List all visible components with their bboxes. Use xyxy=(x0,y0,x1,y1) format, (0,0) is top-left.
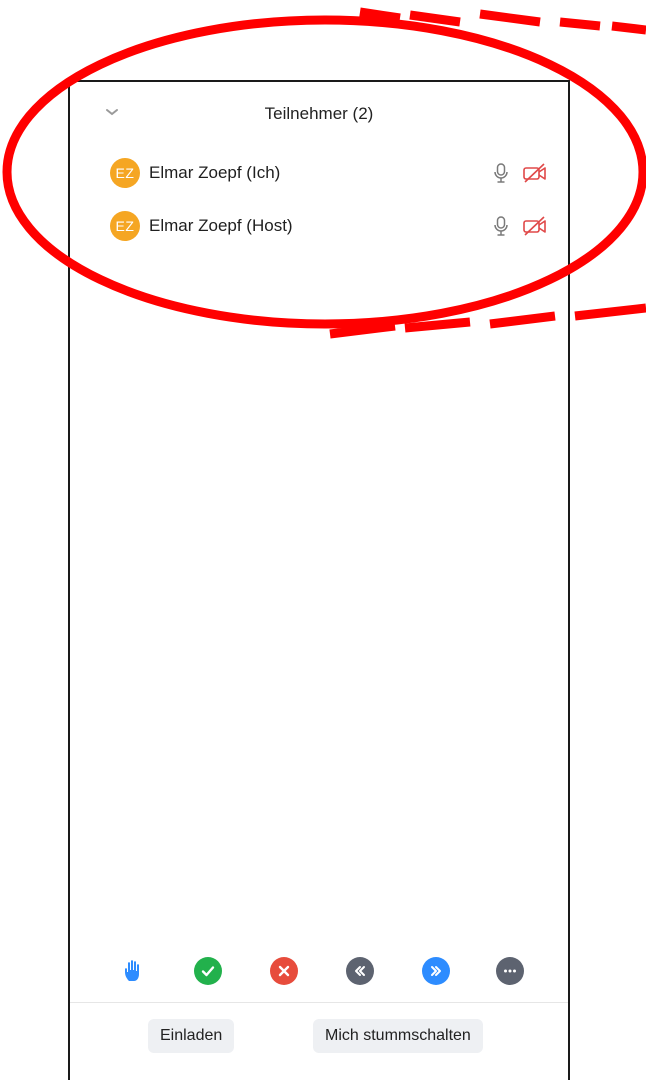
raise-hand-icon[interactable] xyxy=(120,957,148,985)
panel-title: Teilnehmer (2) xyxy=(264,104,374,123)
participant-name: Elmar Zoepf (Ich) xyxy=(149,163,281,182)
go-slower-button[interactable] xyxy=(346,957,374,985)
microphone-icon[interactable] xyxy=(490,162,512,184)
participant-name: Elmar Zoepf (Host) xyxy=(149,216,293,235)
cross-icon xyxy=(278,965,290,977)
feedback-toolbar xyxy=(70,957,568,993)
video-off-icon[interactable] xyxy=(522,162,548,184)
participants-panel: Teilnehmer (2) EZ Elmar Zoepf (Ich) EZ E… xyxy=(68,80,570,1080)
go-slower-icon xyxy=(355,966,365,976)
go-faster-button[interactable] xyxy=(422,957,450,985)
more-button[interactable] xyxy=(496,957,524,985)
no-button[interactable] xyxy=(270,957,298,985)
more-icon xyxy=(504,969,516,973)
participant-row[interactable]: EZ Elmar Zoepf (Ich) xyxy=(110,153,554,193)
footer-divider xyxy=(70,1002,568,1003)
avatar: EZ xyxy=(110,211,140,241)
go-faster-icon xyxy=(431,966,441,976)
checkmark-icon xyxy=(201,966,215,977)
invite-button[interactable]: Einladen xyxy=(148,1019,235,1053)
participant-row[interactable]: EZ Elmar Zoepf (Host) xyxy=(110,206,554,246)
avatar: EZ xyxy=(110,158,140,188)
mute-me-button[interactable]: Mich stummschalten xyxy=(313,1019,483,1053)
annotation-dashed-line-top xyxy=(359,7,646,35)
video-off-icon[interactable] xyxy=(522,215,548,237)
yes-button[interactable] xyxy=(194,957,222,985)
microphone-icon[interactable] xyxy=(490,215,512,237)
